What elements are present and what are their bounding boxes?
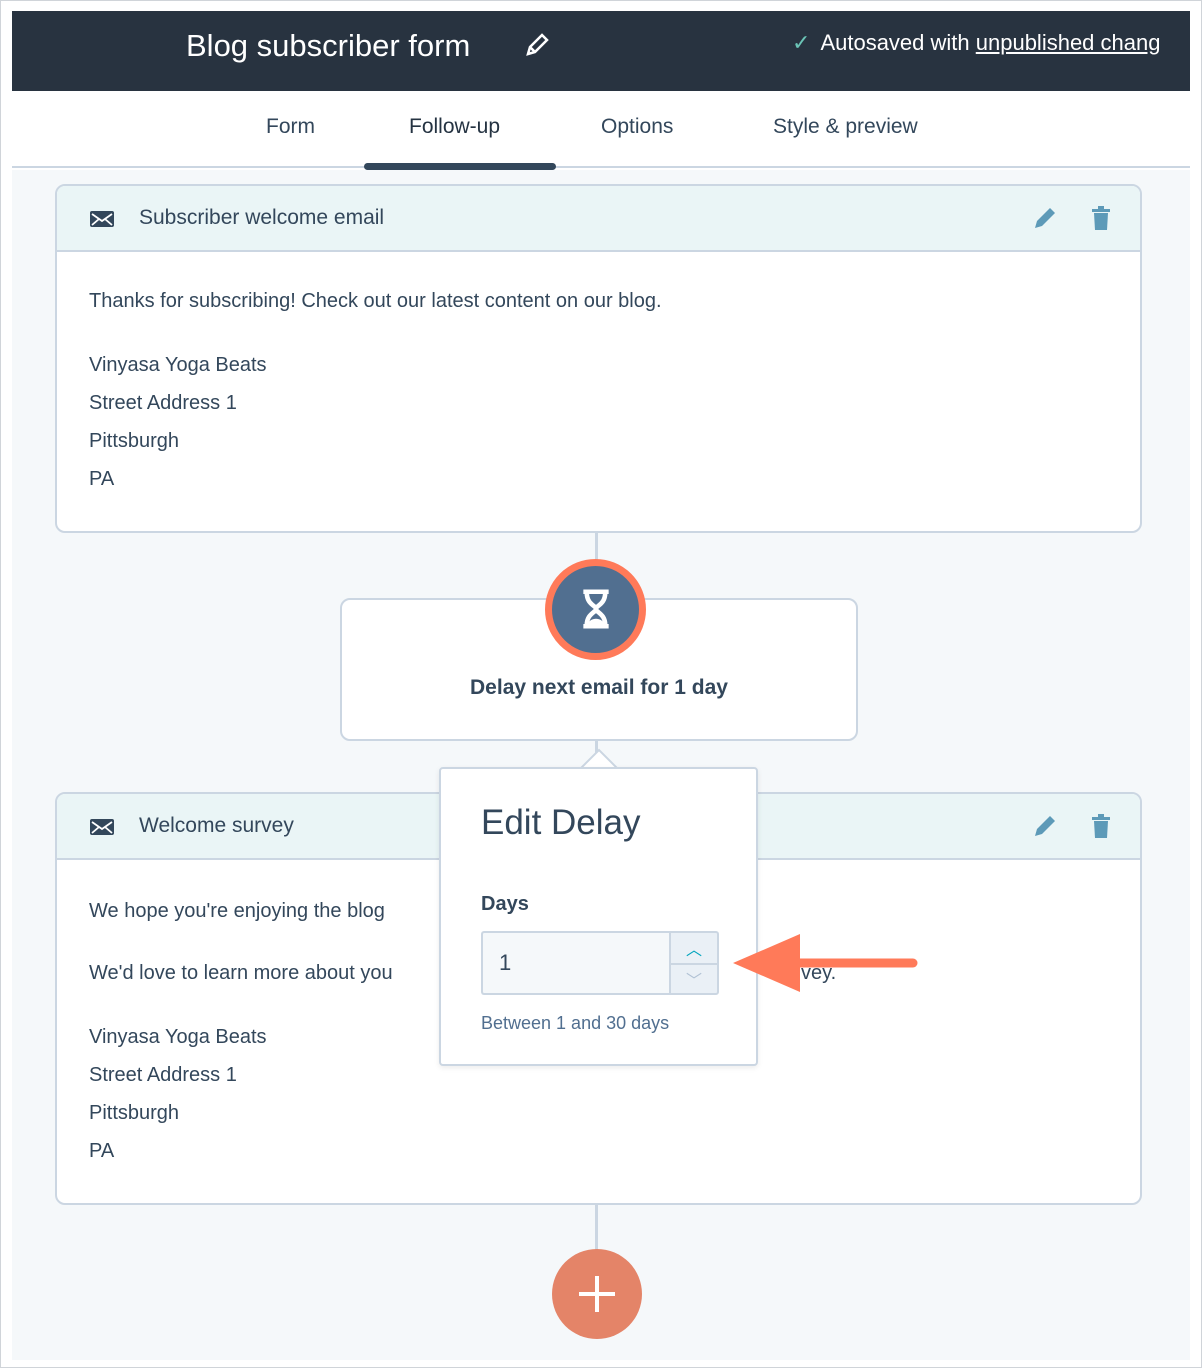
- card-title: Subscriber welcome email: [139, 206, 385, 229]
- trash-icon[interactable]: [1090, 813, 1112, 839]
- card-header: Subscriber welcome email: [57, 186, 1140, 252]
- check-icon: ✓: [792, 30, 811, 55]
- tab-options[interactable]: Options: [601, 115, 673, 139]
- body-text: Pittsburgh: [89, 430, 180, 452]
- envelope-icon: [90, 819, 114, 835]
- body-text: Vinyasa Yoga Beats: [89, 354, 267, 376]
- body-text: PA: [89, 1140, 115, 1162]
- body-text: Vinyasa Yoga Beats: [89, 1026, 267, 1048]
- email-card-subscriber-welcome: Subscriber welcome email Thanks for subs…: [55, 184, 1142, 533]
- body-text: Thanks for subscribing! Check out our la…: [89, 290, 662, 312]
- plus-icon: [579, 1276, 615, 1312]
- body-text: We'd love to learn more about you: [89, 962, 393, 984]
- hourglass-icon: [583, 589, 609, 629]
- unpublished-changes-link[interactable]: unpublished chang: [976, 30, 1161, 55]
- edit-pencil-icon[interactable]: [1032, 205, 1058, 231]
- card-title: Welcome survey: [139, 814, 294, 837]
- edit-delay-popover: Edit Delay Days ︿ ﹀ Between 1 and 30 day…: [439, 767, 758, 1066]
- add-email-button[interactable]: [552, 1249, 642, 1339]
- body-text: We hope you're enjoying the blog: [89, 900, 385, 922]
- envelope-icon: [90, 211, 114, 227]
- body-text: Street Address 1: [89, 1064, 237, 1086]
- chevron-up-icon[interactable]: ︿: [671, 933, 717, 963]
- tab-style-preview[interactable]: Style & preview: [773, 115, 918, 139]
- edit-title-pencil-icon[interactable]: [522, 30, 552, 60]
- body-text: Pittsburgh: [89, 1102, 180, 1124]
- tab-bar: Form Follow-up Options Style & preview: [12, 91, 1190, 168]
- trash-icon[interactable]: [1090, 205, 1112, 231]
- tab-form[interactable]: Form: [266, 115, 315, 139]
- days-stepper[interactable]: ︿ ﹀: [669, 931, 719, 995]
- page-title: Blog subscriber form: [186, 28, 471, 63]
- hourglass-button[interactable]: [545, 559, 646, 660]
- edit-pencil-icon[interactable]: [1032, 813, 1058, 839]
- days-input[interactable]: [481, 931, 671, 995]
- active-tab-indicator: [364, 163, 556, 170]
- annotation-arrow-icon: [733, 934, 918, 992]
- popover-title: Edit Delay: [481, 803, 641, 842]
- days-label: Days: [481, 893, 529, 915]
- tab-follow-up[interactable]: Follow-up: [409, 115, 500, 139]
- connector-line: [595, 1202, 598, 1252]
- delay-label: Delay next email for 1 day: [470, 676, 728, 699]
- chevron-down-icon[interactable]: ﹀: [671, 963, 717, 993]
- body-text: PA: [89, 468, 115, 490]
- body-text: Street Address 1: [89, 392, 237, 414]
- days-hint: Between 1 and 30 days: [481, 1013, 670, 1033]
- autosave-status: ✓ Autosaved with unpublished chang: [792, 30, 1161, 55]
